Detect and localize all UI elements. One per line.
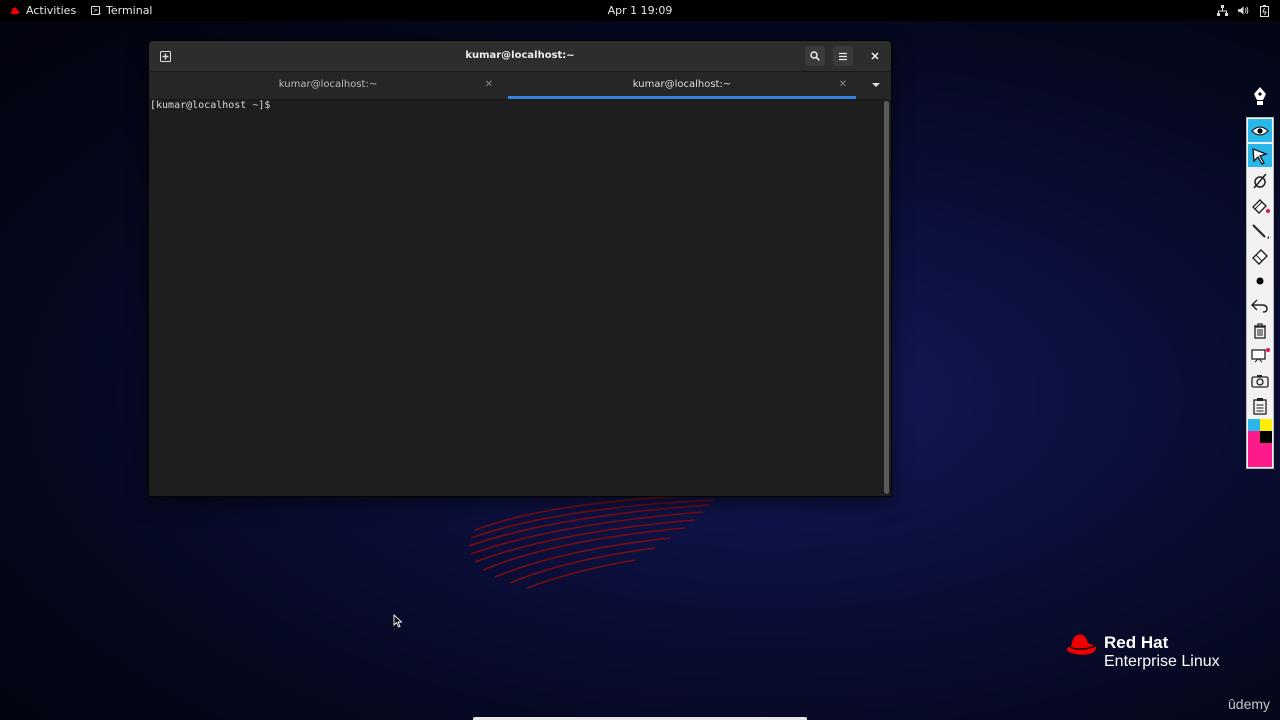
eraser-icon — [1252, 248, 1268, 265]
close-window-button[interactable] — [865, 46, 885, 66]
tab-label: kumar@localhost:~ — [632, 79, 732, 90]
eye-tool[interactable] — [1248, 119, 1272, 142]
clock[interactable]: Apr 1 19:09 — [608, 4, 673, 17]
window-title: kumar@localhost:~ — [465, 50, 575, 61]
scrollbar-thumb[interactable] — [884, 101, 889, 494]
tab-2[interactable]: kumar@localhost:~ ✕ — [508, 72, 856, 99]
dot-tool[interactable] — [1248, 269, 1272, 292]
hamburger-icon — [839, 52, 847, 60]
trash-icon — [1254, 322, 1266, 339]
pen-tip-icon[interactable] — [1250, 86, 1270, 108]
line-tool[interactable] — [1248, 219, 1272, 242]
trash-tool[interactable] — [1248, 319, 1272, 342]
redhat-mini-icon — [10, 6, 20, 14]
mouse-cursor-icon — [393, 614, 403, 628]
tabs-dropdown-icon[interactable] — [871, 80, 881, 90]
search-icon — [810, 51, 820, 61]
line-icon — [1252, 223, 1269, 239]
logo-line2: Enterprise Linux — [1104, 653, 1220, 670]
scrollbar[interactable] — [883, 99, 891, 496]
search-button[interactable] — [805, 46, 825, 66]
pointer-icon — [1252, 147, 1268, 165]
app-menu-label: Terminal — [106, 4, 153, 17]
close-tab-icon[interactable]: ✕ — [837, 79, 849, 91]
close-tab-icon[interactable]: ✕ — [483, 79, 495, 91]
udemy-watermark: ûdemy — [1228, 696, 1271, 712]
battery-icon[interactable] — [1259, 4, 1270, 17]
new-tab-icon — [159, 50, 171, 62]
tab-bar: kumar@localhost:~ ✕ kumar@localhost:~ ✕ — [149, 72, 891, 100]
title-bar[interactable]: kumar@localhost:~ — [149, 41, 891, 72]
camera-icon — [1251, 374, 1269, 388]
terminal-window: kumar@localhost:~ kumar@localhost:~ ✕ ku… — [149, 41, 891, 496]
menu-button[interactable] — [833, 46, 853, 66]
undo-tool[interactable] — [1248, 294, 1272, 317]
tab-label: kumar@localhost:~ — [278, 79, 378, 90]
tab-1[interactable]: kumar@localhost:~ ✕ — [149, 72, 507, 99]
wallpaper-swirl — [468, 494, 716, 589]
close-icon — [871, 52, 879, 60]
redhat-wordmark: Red Hat Enterprise Linux — [1104, 633, 1220, 671]
terminal-output[interactable]: [kumar@localhost ~]$ — [149, 99, 883, 496]
undo-icon — [1251, 299, 1268, 313]
whiteboard-icon — [1251, 347, 1270, 362]
shell-prompt: [kumar@localhost ~]$ — [150, 100, 277, 111]
top-bar: Activities >_ Terminal Apr 1 19:09 — [0, 0, 1280, 21]
volume-icon[interactable] — [1238, 5, 1249, 16]
pointer-tool[interactable] — [1248, 144, 1272, 167]
highlighter-tool[interactable] — [1248, 194, 1272, 217]
redhat-logo: Red Hat Enterprise Linux — [1064, 633, 1220, 671]
highlighter-icon — [1252, 198, 1270, 214]
eye-icon — [1251, 126, 1269, 135]
system-tray[interactable] — [1217, 0, 1270, 21]
screenshot-tool[interactable] — [1248, 369, 1272, 392]
clipboard-icon — [1253, 397, 1267, 415]
terminal-icon: >_ — [91, 6, 102, 15]
clock-container: Apr 1 19:09 — [0, 0, 1280, 21]
annotation-toolbar — [1246, 117, 1274, 469]
redhat-hat-icon — [1066, 634, 1096, 655]
hide-strokes-icon — [1253, 172, 1267, 189]
new-tab-button[interactable] — [157, 48, 173, 64]
eraser-tool[interactable] — [1248, 244, 1272, 267]
color-palette[interactable] — [1248, 419, 1272, 467]
app-menu-terminal[interactable]: >_ Terminal — [91, 0, 153, 21]
hide-strokes-tool[interactable] — [1248, 169, 1272, 192]
clipboard-tool[interactable] — [1248, 394, 1272, 417]
dot-icon — [1256, 277, 1264, 284]
activities-button[interactable]: Activities — [10, 0, 76, 21]
whiteboard-tool[interactable] — [1248, 344, 1272, 367]
logo-line1: Red Hat — [1104, 633, 1169, 652]
activities-label: Activities — [26, 4, 77, 17]
network-icon[interactable] — [1217, 5, 1228, 16]
